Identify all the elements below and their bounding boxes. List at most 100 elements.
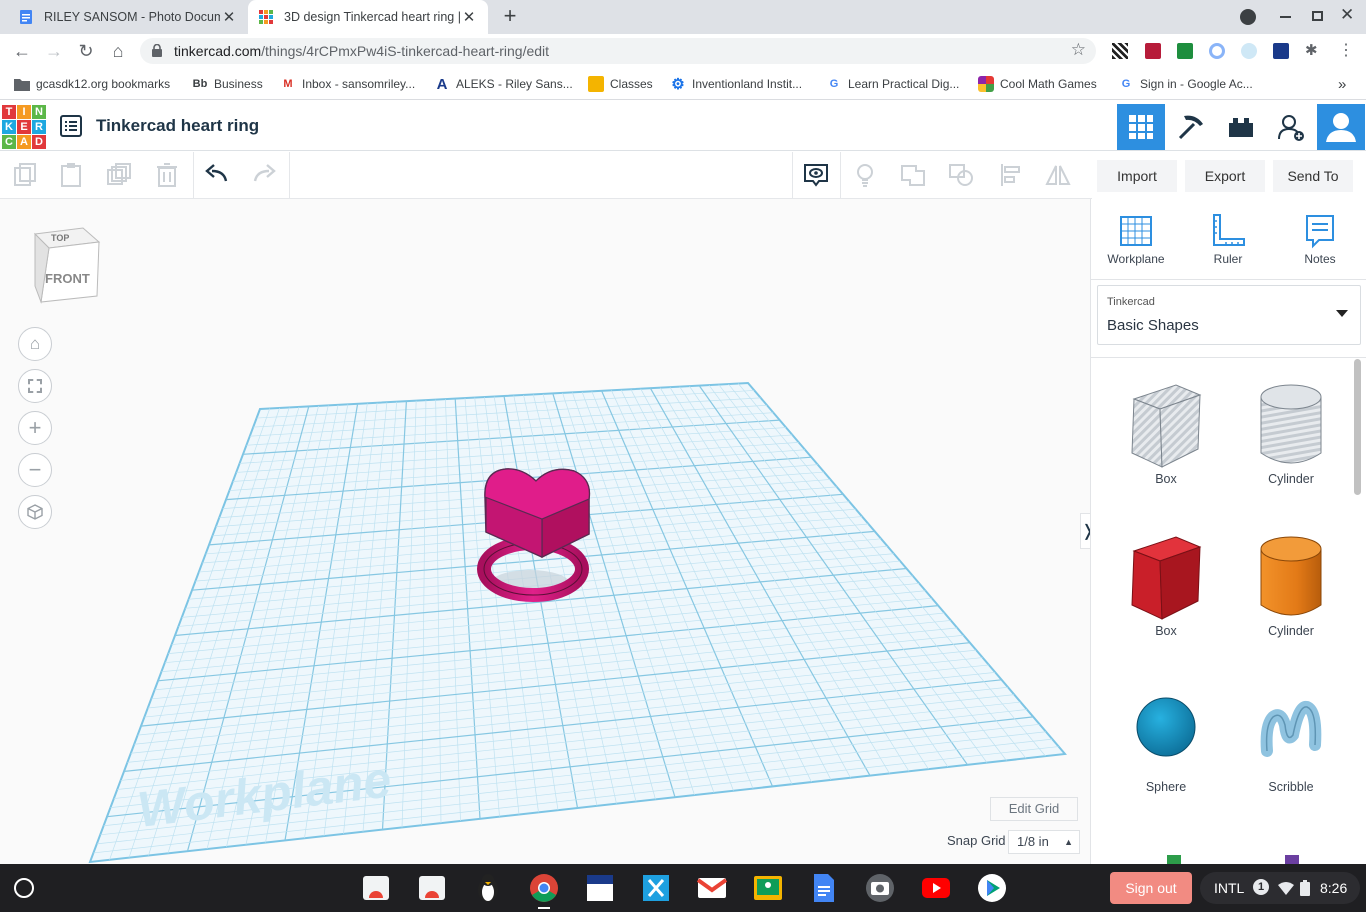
shape-cylinder[interactable]: Cylinder [1236, 535, 1346, 638]
export-button[interactable]: Export [1185, 160, 1265, 192]
fit-view-button[interactable] [18, 369, 52, 403]
group-icon[interactable] [898, 160, 928, 190]
tab-photo-documentation[interactable]: RILEY SANSOM - Photo Documen ✕ [8, 0, 248, 34]
bookmark-star-icon[interactable]: ☆ [1071, 40, 1086, 60]
forward-icon[interactable]: → [42, 39, 66, 63]
shape-box-hole[interactable]: Box [1111, 383, 1221, 486]
shape-sphere[interactable]: Sphere [1111, 695, 1221, 794]
tab-tinkercad-design[interactable]: 3D design Tinkercad heart ring | ✕ [248, 0, 488, 34]
show-all-icon[interactable] [801, 160, 831, 190]
extension-icon[interactable] [1209, 43, 1225, 59]
design-list-icon[interactable] [60, 115, 82, 137]
extension-icon[interactable] [1241, 43, 1257, 59]
paste-icon[interactable] [56, 160, 86, 190]
lightbulb-icon[interactable] [850, 160, 880, 190]
undo-icon[interactable] [202, 160, 232, 190]
taskbar-app[interactable] [416, 872, 448, 904]
more-bookmarks-icon[interactable]: » [1338, 76, 1346, 93]
bricks-view-button[interactable] [1217, 104, 1265, 150]
status-tray[interactable]: INTL 1 8:26 [1200, 872, 1360, 904]
new-tab-button[interactable]: + [498, 5, 522, 29]
classroom-icon [754, 876, 782, 900]
taskbar-app[interactable] [360, 872, 392, 904]
bookmark-item[interactable]: A ALEKS - Riley Sans... [434, 76, 573, 93]
delete-icon[interactable] [152, 160, 182, 190]
3d-workspace[interactable]: Workplane TOP FRONT ⌂ + − ❭ Edit Grid Sn… [0, 199, 1090, 864]
edit-grid-button[interactable]: Edit Grid [990, 797, 1078, 821]
shape-box[interactable]: Box [1111, 535, 1221, 638]
library-selected: Basic Shapes [1107, 317, 1199, 334]
sheets-extension-icon[interactable] [1177, 43, 1193, 59]
ungroup-icon[interactable] [947, 160, 977, 190]
kebab-menu-icon[interactable]: ⋮ [1338, 43, 1354, 59]
perspective-button[interactable] [18, 495, 52, 529]
launcher-icon[interactable] [14, 878, 34, 898]
bookmark-item[interactable]: Cool Math Games [978, 76, 1097, 92]
taskbar-app[interactable] [696, 872, 728, 904]
zoom-out-button[interactable]: − [18, 453, 52, 487]
duplicate-icon[interactable] [104, 160, 134, 190]
shape-cylinder-hole[interactable]: Cylinder [1236, 383, 1346, 486]
workplane-canvas[interactable]: Workplane [0, 199, 1090, 864]
bookmark-folder[interactable]: gcasdk12.org bookmarks [14, 76, 170, 92]
notes-tool-button[interactable]: Notes [1285, 213, 1355, 266]
qr-extension-icon[interactable] [1112, 43, 1128, 59]
minimize-icon[interactable] [1280, 16, 1291, 18]
taskbar-app[interactable] [976, 872, 1008, 904]
reload-icon[interactable]: ↻ [74, 39, 98, 63]
workplane-tool-button[interactable]: Workplane [1101, 213, 1171, 266]
send-to-button[interactable]: Send To [1273, 160, 1353, 192]
bookmark-item[interactable]: G Sign in - Google Ac... [1118, 76, 1253, 92]
panel-scrollbar[interactable] [1354, 359, 1361, 495]
taskbar-app[interactable] [640, 872, 672, 904]
shape-scribble[interactable]: Scribble [1236, 695, 1346, 794]
taskbar-app[interactable] [752, 872, 784, 904]
zoom-in-button[interactable]: + [18, 411, 52, 445]
extension-icon[interactable] [1273, 43, 1289, 59]
ruler-tool-button[interactable]: Ruler [1193, 213, 1263, 266]
minecraft-view-button[interactable] [1167, 104, 1215, 150]
taskbar-app[interactable] [920, 872, 952, 904]
edit-toolbar [0, 152, 1092, 199]
taskbar-app[interactable] [528, 872, 560, 909]
back-icon[interactable]: ← [10, 39, 34, 63]
bookmark-item[interactable]: M Inbox - sansomriley... [280, 76, 415, 92]
collapse-panel-button[interactable]: ❭ [1080, 513, 1090, 549]
taskbar-app[interactable] [472, 872, 504, 904]
close-icon[interactable]: ✕ [460, 8, 478, 26]
home-view-button[interactable]: ⌂ [18, 327, 52, 361]
import-button[interactable]: Import [1097, 160, 1177, 192]
bookmark-item[interactable]: Classes [588, 76, 653, 92]
cylinder-orange-icon [1260, 536, 1322, 616]
align-icon[interactable] [996, 160, 1026, 190]
mirror-icon[interactable] [1043, 160, 1073, 190]
sign-out-button[interactable]: Sign out [1110, 872, 1192, 904]
view-cube[interactable]: TOP FRONT [33, 226, 101, 306]
copy-icon[interactable] [10, 160, 40, 190]
heart-ring-object[interactable] [477, 468, 591, 602]
close-icon[interactable]: ✕ [220, 8, 238, 26]
shape-library-select[interactable]: Tinkercad Basic Shapes [1097, 285, 1361, 345]
chevron-down-icon [1336, 310, 1348, 317]
user-avatar[interactable] [1317, 104, 1365, 150]
extension-icon[interactable] [1145, 43, 1161, 59]
bookmark-item[interactable]: G Learn Practical Dig... [826, 76, 960, 92]
address-bar[interactable]: tinkercad.com/things/4rCPmxPw4iS-tinkerc… [140, 38, 1096, 64]
3d-view-button[interactable] [1117, 104, 1165, 150]
redo-icon[interactable] [249, 160, 279, 190]
bookmark-item[interactable]: Bb Business [192, 76, 263, 92]
invite-user-button[interactable] [1267, 104, 1315, 150]
taskbar-app[interactable] [808, 872, 840, 904]
puzzle-icon[interactable]: ✱ [1305, 43, 1321, 59]
close-window-icon[interactable]: ✕ [1340, 5, 1354, 25]
tab-search-icon[interactable] [1240, 9, 1256, 25]
tinkercad-logo[interactable]: T I N K E R C A D [2, 105, 46, 149]
sphere-icon [1136, 697, 1196, 757]
restore-icon[interactable] [1312, 11, 1323, 21]
design-title[interactable]: Tinkercad heart ring [96, 116, 259, 136]
bookmark-item[interactable]: ⚙ Inventionland Instit... [670, 76, 802, 93]
taskbar-app[interactable] [584, 872, 616, 904]
taskbar-app[interactable] [864, 872, 896, 904]
snap-grid-select[interactable]: 1/8 in ▲ [1008, 830, 1080, 854]
home-icon[interactable]: ⌂ [106, 39, 130, 63]
